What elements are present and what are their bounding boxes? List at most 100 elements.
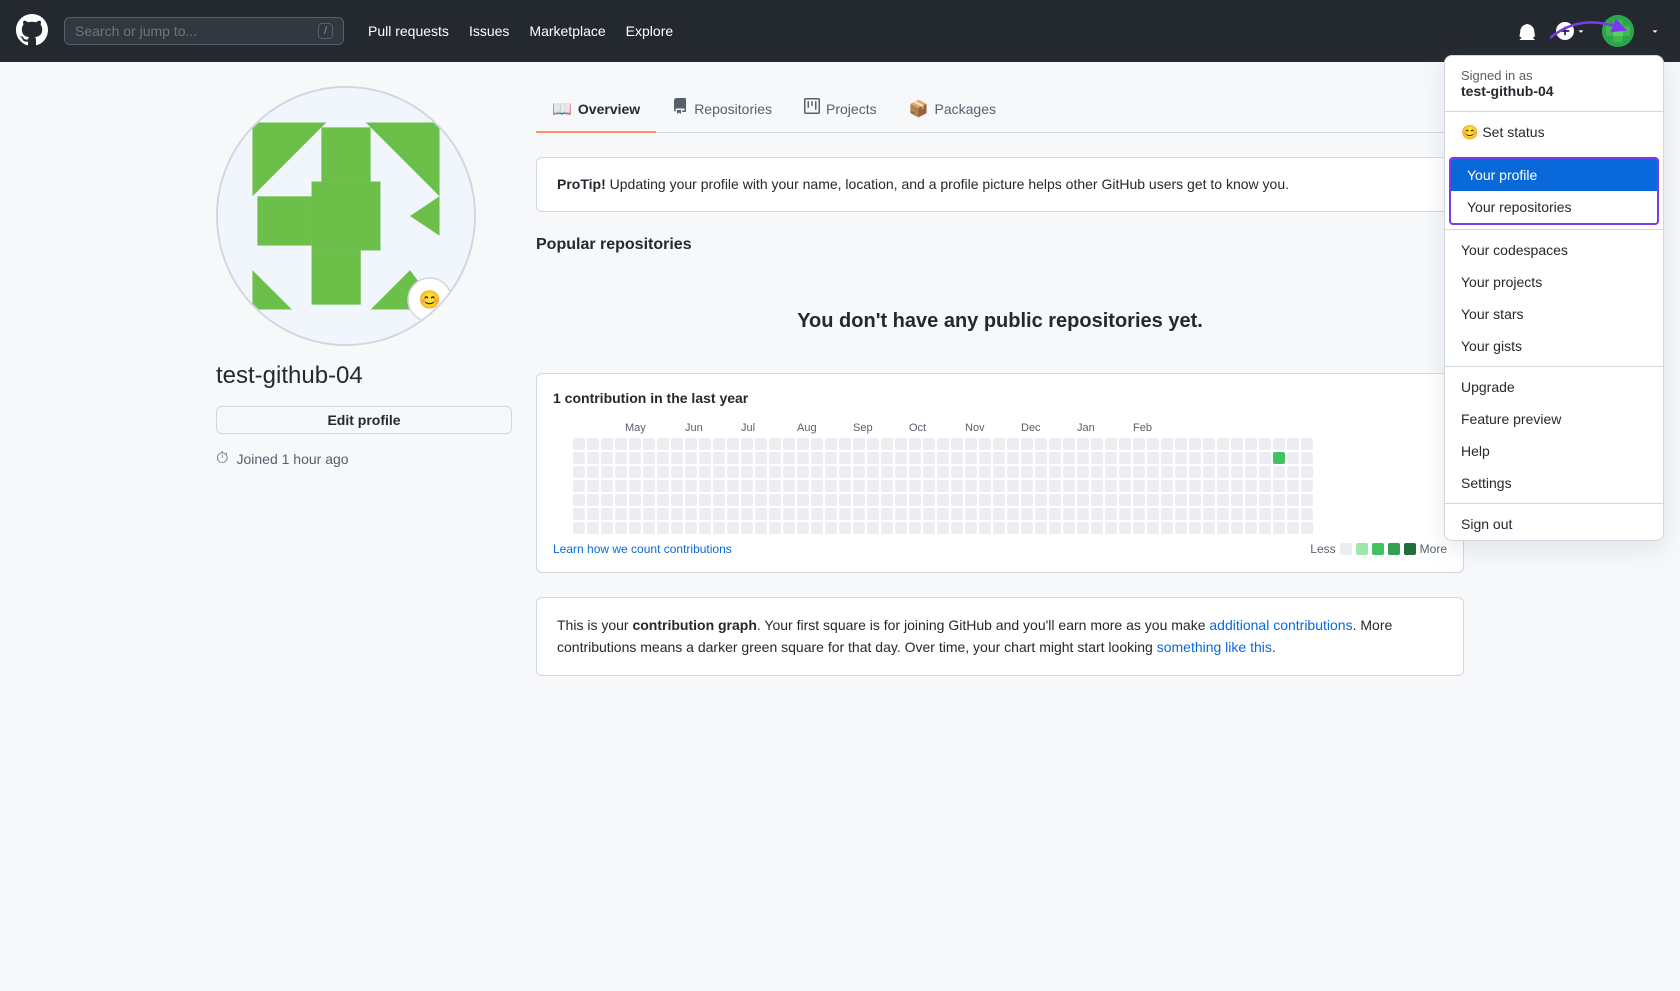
contrib-day[interactable]: [1287, 480, 1299, 492]
contrib-day[interactable]: [1175, 466, 1187, 478]
contrib-day[interactable]: [993, 480, 1005, 492]
contrib-day[interactable]: [1133, 480, 1145, 492]
contrib-day[interactable]: [741, 466, 753, 478]
your-profile-button[interactable]: Your profile: [1451, 159, 1657, 191]
contrib-day[interactable]: [1007, 438, 1019, 450]
contrib-day[interactable]: [993, 452, 1005, 464]
contrib-day[interactable]: [587, 522, 599, 534]
nav-pull-requests[interactable]: Pull requests: [368, 23, 449, 39]
contrib-day[interactable]: [909, 480, 921, 492]
contrib-day[interactable]: [937, 522, 949, 534]
contrib-day[interactable]: [783, 480, 795, 492]
contrib-day[interactable]: [615, 452, 627, 464]
contrib-day[interactable]: [1119, 438, 1131, 450]
contrib-day[interactable]: [881, 522, 893, 534]
contrib-day[interactable]: [1119, 452, 1131, 464]
contrib-day[interactable]: [1203, 438, 1215, 450]
contrib-day[interactable]: [769, 438, 781, 450]
contrib-day[interactable]: [783, 508, 795, 520]
contrib-day[interactable]: [629, 508, 641, 520]
contrib-day[interactable]: [993, 508, 1005, 520]
contrib-day[interactable]: [965, 466, 977, 478]
contrib-day[interactable]: [1077, 438, 1089, 450]
contrib-day[interactable]: [587, 508, 599, 520]
contrib-day[interactable]: [811, 508, 823, 520]
contrib-day[interactable]: [1063, 508, 1075, 520]
contrib-day[interactable]: [699, 438, 711, 450]
contrib-day[interactable]: [1231, 480, 1243, 492]
new-button[interactable]: [1552, 18, 1590, 44]
contrib-day[interactable]: [1021, 494, 1033, 506]
contrib-day[interactable]: [1287, 494, 1299, 506]
contrib-day[interactable]: [881, 494, 893, 506]
contrib-day[interactable]: [825, 508, 837, 520]
contrib-day[interactable]: [671, 494, 683, 506]
contrib-day[interactable]: [881, 480, 893, 492]
contrib-day[interactable]: [825, 452, 837, 464]
contrib-day[interactable]: [1245, 522, 1257, 534]
contrib-day[interactable]: [1049, 522, 1061, 534]
contrib-day[interactable]: [937, 494, 949, 506]
contrib-day[interactable]: [615, 480, 627, 492]
contrib-day[interactable]: [671, 438, 683, 450]
contrib-day[interactable]: [643, 452, 655, 464]
contrib-day[interactable]: [979, 494, 991, 506]
contrib-day[interactable]: [741, 438, 753, 450]
contrib-day[interactable]: [685, 508, 697, 520]
contrib-day[interactable]: [1021, 452, 1033, 464]
contrib-day[interactable]: [587, 452, 599, 464]
contrib-day[interactable]: [699, 466, 711, 478]
contrib-day[interactable]: [685, 438, 697, 450]
something-like-this-link[interactable]: something like this: [1157, 639, 1272, 655]
contrib-day[interactable]: [1273, 494, 1285, 506]
contrib-day[interactable]: [1175, 522, 1187, 534]
contrib-day[interactable]: [1301, 508, 1313, 520]
contrib-day[interactable]: [713, 452, 725, 464]
contrib-day[interactable]: [1273, 452, 1285, 464]
contrib-day[interactable]: [657, 438, 669, 450]
contrib-day[interactable]: [1189, 494, 1201, 506]
contrib-day[interactable]: [937, 480, 949, 492]
contrib-day[interactable]: [755, 438, 767, 450]
contrib-day[interactable]: [1147, 522, 1159, 534]
contrib-day[interactable]: [643, 438, 655, 450]
settings-button[interactable]: Settings: [1445, 467, 1663, 499]
contrib-day[interactable]: [923, 466, 935, 478]
contrib-day[interactable]: [727, 438, 739, 450]
contrib-day[interactable]: [699, 522, 711, 534]
contrib-day[interactable]: [1287, 452, 1299, 464]
contrib-day[interactable]: [1189, 522, 1201, 534]
contrib-day[interactable]: [601, 494, 613, 506]
contrib-day[interactable]: [909, 494, 921, 506]
contrib-day[interactable]: [951, 438, 963, 450]
contrib-day[interactable]: [1105, 438, 1117, 450]
contrib-day[interactable]: [1147, 480, 1159, 492]
contrib-day[interactable]: [1035, 452, 1047, 464]
contrib-day[interactable]: [1007, 522, 1019, 534]
contrib-day[interactable]: [853, 508, 865, 520]
contrib-day[interactable]: [727, 466, 739, 478]
contrib-day[interactable]: [1203, 508, 1215, 520]
contrib-day[interactable]: [1189, 452, 1201, 464]
contrib-day[interactable]: [1063, 480, 1075, 492]
contrib-day[interactable]: [1035, 508, 1047, 520]
contrib-day[interactable]: [1231, 522, 1243, 534]
contrib-day[interactable]: [601, 466, 613, 478]
contrib-day[interactable]: [601, 452, 613, 464]
contrib-day[interactable]: [937, 452, 949, 464]
contrib-day[interactable]: [1021, 466, 1033, 478]
contrib-day[interactable]: [1161, 466, 1173, 478]
contrib-day[interactable]: [979, 466, 991, 478]
learn-contributions-link[interactable]: Learn how we count contributions: [553, 542, 732, 556]
contrib-day[interactable]: [839, 480, 851, 492]
contrib-day[interactable]: [1259, 452, 1271, 464]
contrib-day[interactable]: [825, 494, 837, 506]
contrib-day[interactable]: [657, 480, 669, 492]
contrib-day[interactable]: [1035, 494, 1047, 506]
contrib-day[interactable]: [755, 508, 767, 520]
contrib-day[interactable]: [895, 508, 907, 520]
contrib-day[interactable]: [895, 480, 907, 492]
contrib-day[interactable]: [713, 522, 725, 534]
contrib-day[interactable]: [713, 494, 725, 506]
contrib-day[interactable]: [1077, 508, 1089, 520]
